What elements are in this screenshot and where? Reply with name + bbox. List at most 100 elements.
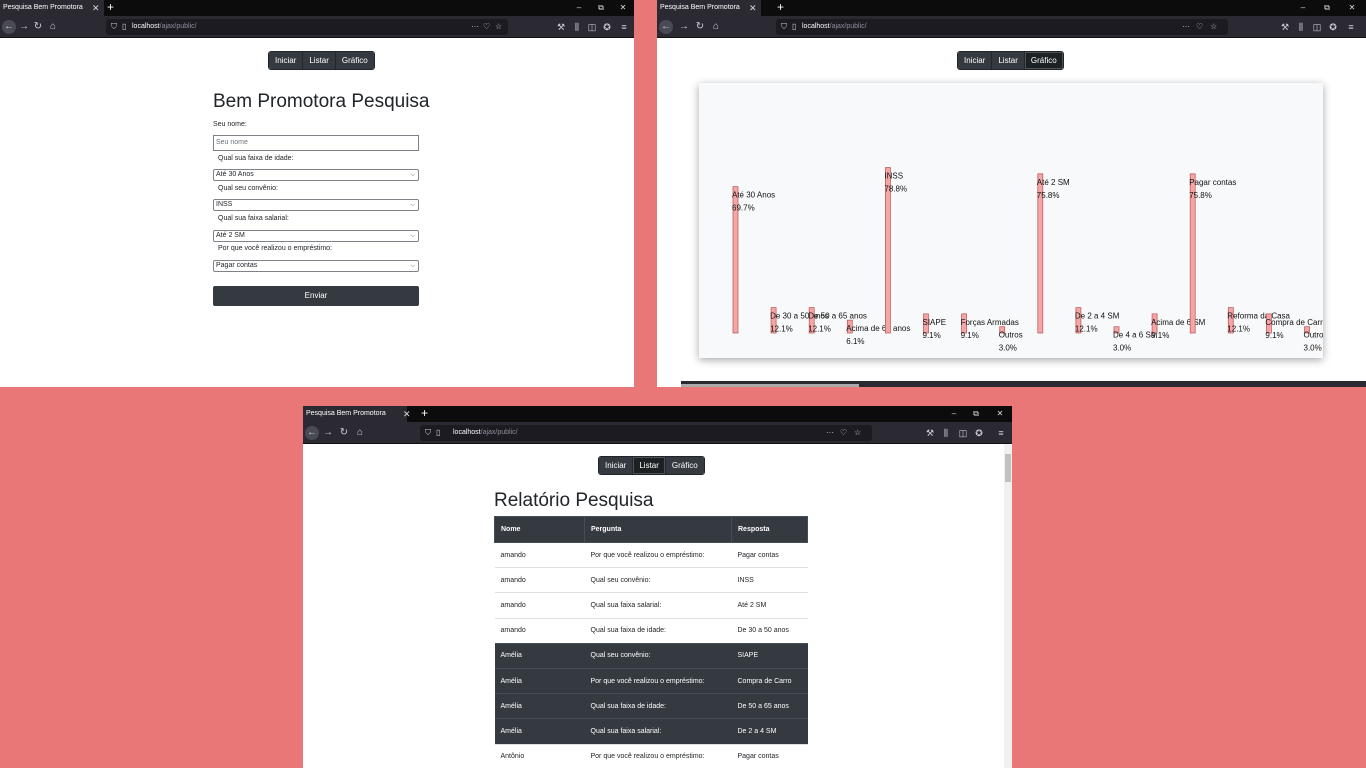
forward-icon[interactable]: → bbox=[321, 426, 335, 440]
sidebar-icon[interactable]: ◫ bbox=[1311, 20, 1323, 34]
url-bar[interactable]: ⛉ ▯ localhost/ajax/public/ ··· ♡ ☆ bbox=[420, 425, 872, 441]
library-icon[interactable]: ⫼ bbox=[571, 20, 583, 34]
back-icon[interactable]: ← bbox=[659, 20, 673, 34]
more-icon[interactable]: ··· bbox=[1182, 19, 1190, 35]
age-select[interactable]: Até 30 Anos ⌵ bbox=[213, 169, 419, 181]
nav-listar-button[interactable]: Listar bbox=[992, 52, 1025, 69]
new-tab-button[interactable]: + bbox=[421, 406, 428, 421]
restore-button[interactable]: ⧉ bbox=[1316, 0, 1338, 16]
forward-icon[interactable]: → bbox=[677, 20, 691, 34]
browser-tab[interactable]: Pesquisa Bem Promotora bbox=[303, 406, 407, 422]
submit-button[interactable]: Enviar bbox=[213, 286, 419, 306]
bar-value-label: 3.0% bbox=[999, 344, 1017, 353]
minimize-button[interactable]: – bbox=[1292, 0, 1314, 16]
nav-grafico-button[interactable]: Gráfico bbox=[665, 457, 704, 474]
browser-tab[interactable]: Pesquisa Bem Promotora bbox=[657, 0, 761, 16]
shield-icon[interactable]: ⛉ bbox=[781, 19, 787, 35]
reload-icon[interactable]: ↻ bbox=[337, 426, 351, 440]
cell-pergunta: Qual sua faixa salarial: bbox=[584, 592, 732, 619]
salary-select[interactable]: Até 2 SM ⌵ bbox=[213, 230, 419, 242]
extension-icon[interactable]: ✪ bbox=[1327, 20, 1339, 34]
star-icon[interactable]: ☆ bbox=[854, 425, 861, 441]
home-icon[interactable]: ⌂ bbox=[46, 20, 60, 34]
tab-bar: Pesquisa Bem Promotora ✕ + – ⧉ ✕ bbox=[0, 0, 634, 16]
name-input[interactable]: Seu nome bbox=[213, 135, 419, 151]
minimize-button[interactable]: – bbox=[568, 0, 590, 16]
table-row: amando Qual sua faixa salarial: Até 2 SM bbox=[494, 592, 808, 619]
cell-pergunta: Qual sua faixa salarial: bbox=[584, 718, 732, 744]
cell-resposta: De 50 a 65 anos bbox=[731, 693, 808, 719]
sidebar-icon[interactable]: ◫ bbox=[586, 20, 598, 34]
bar-category-label: Até 2 SM bbox=[1037, 178, 1070, 187]
home-icon[interactable]: ⌂ bbox=[709, 20, 723, 34]
agreement-select[interactable]: INSS ⌵ bbox=[213, 199, 419, 211]
extension-icon[interactable]: ✪ bbox=[601, 20, 613, 34]
nav-listar-button[interactable]: Listar bbox=[633, 457, 666, 474]
wrench-icon[interactable]: ⚒ bbox=[924, 426, 936, 440]
close-window-button[interactable]: ✕ bbox=[612, 0, 634, 16]
url-bar[interactable]: ⛉ ▯ localhost/ajax/public/ ··· ♡ ☆ bbox=[776, 19, 1228, 35]
minimize-button[interactable]: – bbox=[943, 406, 965, 422]
cell-nome: Antônio bbox=[494, 743, 585, 768]
cell-nome: Amélia bbox=[494, 642, 585, 669]
url-text: localhost/ajax/public/ bbox=[802, 23, 867, 30]
wrench-icon[interactable]: ⚒ bbox=[1279, 20, 1291, 34]
bar-value-label: 69.7% bbox=[732, 204, 755, 213]
forward-icon[interactable]: → bbox=[17, 20, 31, 34]
menu-icon[interactable]: ≡ bbox=[618, 20, 630, 34]
shield-icon[interactable]: ⛉ bbox=[111, 19, 117, 35]
table-body: amando Por que você realizou o empréstimo… bbox=[494, 541, 808, 768]
nav-iniciar-button[interactable]: Iniciar bbox=[269, 52, 304, 69]
more-icon[interactable]: ··· bbox=[471, 19, 479, 35]
menu-icon[interactable]: ≡ bbox=[1345, 20, 1357, 34]
close-tab-icon[interactable]: ✕ bbox=[403, 406, 411, 422]
url-bar[interactable]: ⛉ ▯ localhost/ajax/public/ ··· ♡ ☆ bbox=[106, 19, 508, 35]
back-icon[interactable]: ← bbox=[305, 426, 319, 440]
vertical-scrollbar[interactable] bbox=[1004, 444, 1012, 768]
new-tab-button[interactable]: + bbox=[777, 0, 784, 15]
close-window-button[interactable]: ✕ bbox=[989, 406, 1011, 422]
new-tab-button[interactable]: + bbox=[107, 0, 114, 15]
bar-value-label: 75.8% bbox=[1037, 191, 1060, 200]
sidebar-icon[interactable]: ◫ bbox=[957, 426, 969, 440]
scroll-thumb[interactable] bbox=[1005, 454, 1011, 482]
nav-iniciar-button[interactable]: Iniciar bbox=[958, 52, 993, 69]
bar-value-label: 6.1% bbox=[846, 337, 864, 346]
browser-tab[interactable]: Pesquisa Bem Promotora bbox=[0, 0, 104, 16]
star-icon[interactable]: ☆ bbox=[495, 19, 502, 35]
wrench-icon[interactable]: ⚒ bbox=[555, 20, 567, 34]
library-icon[interactable]: ⫼ bbox=[1295, 20, 1307, 34]
star-icon[interactable]: ☆ bbox=[1210, 19, 1217, 35]
cell-resposta: Até 2 SM bbox=[731, 592, 808, 619]
home-icon[interactable]: ⌂ bbox=[353, 426, 367, 440]
agreement-label: Qual seu convênio: bbox=[218, 185, 278, 192]
nav-iniciar-button[interactable]: Iniciar bbox=[599, 457, 634, 474]
nav-listar-button[interactable]: Listar bbox=[303, 52, 336, 69]
table-header-row: Nome Pergunta Resposta bbox=[494, 516, 808, 543]
reload-icon[interactable]: ↻ bbox=[693, 20, 707, 34]
restore-button[interactable]: ⧉ bbox=[965, 406, 987, 422]
reload-icon[interactable]: ↻ bbox=[31, 20, 45, 34]
salary-label: Qual sua faixa salarial: bbox=[218, 215, 289, 222]
extension-icon[interactable]: ✪ bbox=[973, 426, 985, 440]
close-tab-icon[interactable]: ✕ bbox=[749, 0, 757, 16]
back-icon[interactable]: ← bbox=[2, 20, 16, 34]
pocket-icon[interactable]: ♡ bbox=[840, 425, 847, 441]
pocket-icon[interactable]: ♡ bbox=[483, 19, 490, 35]
nav-toolbar: ← → ↻ ⌂ ⛉ ▯ localhost/ajax/public/ ··· ♡… bbox=[657, 16, 1366, 38]
close-window-button[interactable]: ✕ bbox=[1341, 0, 1363, 16]
nav-grafico-button[interactable]: Gráfico bbox=[1024, 52, 1063, 69]
nav-grafico-button[interactable]: Gráfico bbox=[335, 52, 374, 69]
pocket-icon[interactable]: ♡ bbox=[1196, 19, 1203, 35]
more-icon[interactable]: ··· bbox=[826, 425, 834, 441]
library-icon[interactable]: ⫼ bbox=[940, 426, 952, 440]
menu-icon[interactable]: ≡ bbox=[995, 426, 1007, 440]
cell-nome: Amélia bbox=[494, 667, 585, 694]
shield-icon[interactable]: ⛉ bbox=[425, 425, 431, 441]
reason-select[interactable]: Pagar contas ⌵ bbox=[213, 260, 419, 272]
close-tab-icon[interactable]: ✕ bbox=[92, 0, 100, 16]
restore-button[interactable]: ⧉ bbox=[590, 0, 612, 16]
page-icon: ▯ bbox=[122, 22, 127, 31]
scroll-thumb[interactable] bbox=[681, 384, 859, 387]
horizontal-scrollbar[interactable] bbox=[681, 381, 1366, 387]
